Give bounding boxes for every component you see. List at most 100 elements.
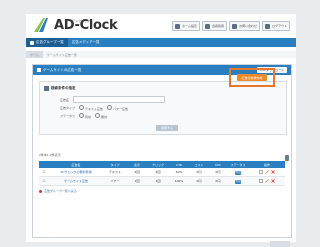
col-header: 操作 — [263, 162, 270, 167]
search-box: 検索条件の指定 広告名 広告タイプ テキスト広告 バナー広告 ステータス 有効 無効 検… — [39, 81, 287, 135]
row-actions — [249, 179, 285, 183]
row-checkbox[interactable]: ☐ — [39, 170, 49, 174]
search-icon — [44, 86, 49, 91]
cell-type: バナー — [110, 179, 120, 183]
header-contact-button[interactable]: お問い合わせ — [228, 21, 260, 31]
search-row-status: ステータス 有効 無効 — [60, 113, 107, 119]
row-actions — [249, 170, 285, 174]
ad-name-link[interactable]: ADクロックの無料登録 — [49, 170, 103, 174]
search-icon — [231, 23, 237, 29]
field-label: 広告名 — [60, 97, 70, 102]
cell-ctr: 50% — [175, 170, 183, 174]
col-header: コスト — [194, 162, 204, 167]
header-logout-button[interactable]: ログアウト — [261, 21, 290, 31]
col-header: タイプ — [110, 162, 120, 167]
header-button-label: ホーム設定 — [182, 24, 197, 28]
radio-label: バナー広告 — [112, 107, 128, 111]
col-header: 表示 — [133, 162, 140, 167]
radio-icon — [95, 113, 101, 118]
page-container: AD-Clock アドクロック ホーム設定 会員情報 お問い合わせ ログアウト … — [26, 14, 296, 247]
search-button[interactable]: 検索する — [156, 125, 178, 131]
copy-icon[interactable] — [259, 170, 263, 174]
breadcrumb-current: ゲームサイト広告一覧 — [46, 52, 77, 57]
header-buttons: ホーム設定 会員情報 お問い合わせ ログアウト — [172, 21, 290, 31]
radio-banner-ad[interactable]: バナー広告 — [106, 105, 128, 111]
edit-icon[interactable] — [265, 170, 269, 174]
logo[interactable]: AD-Clock アドクロック — [34, 17, 118, 33]
logo-subtext: アドクロック — [72, 19, 91, 23]
add-ad-button[interactable]: 広告の新規作成 — [237, 74, 267, 81]
search-title-label: 検索条件の指定 — [51, 86, 76, 90]
cell-cpc: 0円 — [215, 179, 221, 183]
scrollbar-handle[interactable] — [285, 155, 289, 161]
back-link[interactable]: 広告グループ一覧へ戻る — [39, 189, 77, 193]
add-ad-highlight: 広告の新規作成 — [229, 68, 275, 87]
col-header: クリック — [151, 162, 164, 167]
radio-text-ad[interactable]: テキスト広告 — [79, 105, 103, 111]
col-header: CPC — [215, 162, 221, 167]
radio-icon — [79, 105, 85, 110]
config-icon — [175, 23, 181, 29]
nav-label: 広告メディア一覧 — [71, 40, 100, 44]
radio-label: テキスト広告 — [85, 107, 103, 111]
breadcrumb: ホーム ゲームサイト広告一覧 — [26, 51, 296, 58]
row-checkbox[interactable]: ☐ — [39, 179, 49, 183]
ad-table: 広告名 タイプ 表示 クリック CTR コスト CPC ステータス 操作 ☐ A… — [39, 161, 285, 186]
radio-active[interactable]: 有効 — [79, 113, 91, 119]
search-title: 検索条件の指定 — [44, 86, 76, 91]
cell-impressions: 1回 — [134, 179, 140, 183]
field-label: 広告タイプ — [60, 106, 76, 110]
breadcrumb-home[interactable]: ホーム — [26, 51, 43, 58]
user-icon — [204, 23, 210, 29]
header-settings-button[interactable]: ホーム設定 — [172, 21, 200, 31]
radio-icon — [79, 113, 85, 118]
col-header: ステータス — [230, 162, 246, 167]
cell-cost: 0円 — [196, 170, 202, 174]
status-badge: 有効 — [235, 170, 241, 175]
panel-title: ゲームサイトの広告一覧 — [43, 67, 82, 72]
cell-status: 有効 — [227, 179, 249, 184]
delete-icon[interactable] — [271, 179, 275, 183]
field-label: ステータス — [60, 114, 76, 118]
nav-item-ad-media[interactable]: 広告メディア一覧 — [68, 38, 104, 47]
cell-cost: 0円 — [196, 179, 202, 183]
ad-name-link[interactable]: ゲームサイト広告 — [49, 179, 103, 183]
col-header: 広告名 — [71, 162, 81, 167]
radio-label: 有効 — [85, 115, 92, 119]
col-header: CTR — [175, 162, 182, 167]
table-row: ☐ ADクロックの無料登録 テキスト 4回 2回 50% 0円 0円 有効 — [39, 168, 285, 177]
table-header: 広告名 タイプ 表示 クリック CTR コスト CPC ステータス 操作 — [39, 161, 285, 168]
back-link-label: 広告グループ一覧へ戻る — [44, 189, 77, 193]
header-account-button[interactable]: 会員情報 — [201, 21, 227, 31]
ad-name-input[interactable] — [73, 96, 166, 103]
logout-icon — [264, 23, 270, 29]
radio-label: 無効 — [101, 115, 108, 119]
search-row-name: 広告名 — [60, 96, 166, 103]
delete-icon[interactable] — [271, 170, 275, 174]
cell-cpc: 0円 — [215, 170, 221, 174]
search-row-type: 広告タイプ テキスト広告 バナー広告 — [60, 105, 128, 111]
nav-label: 広告グループ一覧 — [36, 40, 64, 44]
header-button-label: お問い合わせ — [238, 24, 257, 28]
radio-inactive[interactable]: 無効 — [95, 113, 107, 119]
cell-ctr: 100% — [174, 179, 184, 183]
radio-icon — [106, 105, 112, 110]
cell-status: 有効 — [227, 170, 249, 175]
table-row: ☐ ゲームサイト広告 バナー 1回 1回 100% 0円 0円 有効 — [39, 177, 285, 186]
cell-clicks: 1回 — [155, 179, 161, 183]
header-button-label: ログアウト — [271, 24, 287, 28]
status-badge: 有効 — [235, 179, 241, 184]
copy-icon[interactable] — [259, 179, 263, 183]
main-nav: 広告グループ一覧 広告メディア一覧 — [26, 38, 296, 47]
logo-mark-icon — [34, 18, 52, 32]
header: AD-Clock アドクロック ホーム設定 会員情報 お問い合わせ ログアウト — [26, 14, 296, 36]
cell-impressions: 4回 — [134, 170, 140, 174]
list-icon — [30, 40, 34, 45]
bullet-icon — [39, 189, 42, 193]
list-icon — [37, 68, 41, 72]
cell-clicks: 2回 — [155, 170, 161, 174]
nav-item-ad-groups[interactable]: 広告グループ一覧 — [26, 38, 68, 47]
header-button-label: 会員情報 — [211, 24, 224, 28]
ad-list-panel: ゲームサイトの広告一覧 CSVダウンロード 検索条件の指定 広告名 広告タイプテ… — [32, 64, 292, 238]
edit-icon[interactable] — [265, 179, 269, 183]
